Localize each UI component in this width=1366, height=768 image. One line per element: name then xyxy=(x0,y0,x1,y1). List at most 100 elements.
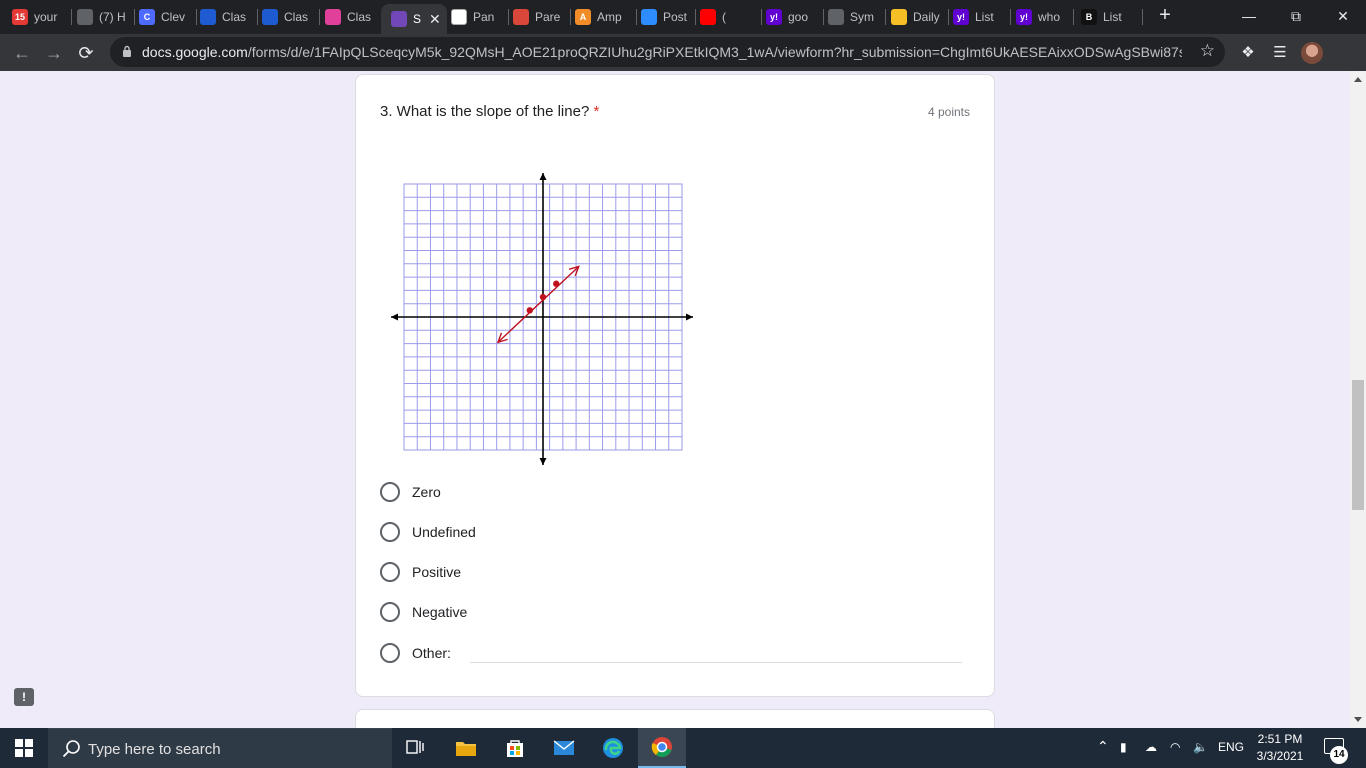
browser-tab[interactable]: ( xyxy=(700,5,762,29)
option-zero[interactable]: Zero xyxy=(380,481,441,503)
browser-tab[interactable]: Sym xyxy=(828,5,886,29)
browser-tab[interactable]: Pan xyxy=(451,5,509,29)
edge-button[interactable] xyxy=(589,728,637,768)
line-point xyxy=(539,293,547,301)
feedback-icon[interactable]: ! xyxy=(14,688,34,706)
question-title: 3. What is the slope of the line? * xyxy=(380,103,600,120)
tab-label: Pan xyxy=(473,10,495,24)
browser-tab[interactable]: y! List xyxy=(953,5,1011,29)
close-window-button[interactable]: ✕ xyxy=(1320,4,1366,28)
tab-label: Clas xyxy=(284,10,309,24)
chrome-button[interactable] xyxy=(638,728,686,768)
mail-button[interactable] xyxy=(540,728,588,768)
close-tab-icon[interactable]: ✕ xyxy=(429,11,441,28)
tab-label: Pare xyxy=(535,10,561,24)
question-points: 4 points xyxy=(927,105,970,119)
radio-button[interactable] xyxy=(380,643,400,663)
option-positive[interactable]: Positive xyxy=(380,561,461,583)
restore-button[interactable]: ⧉ xyxy=(1273,4,1319,28)
store-button[interactable] xyxy=(491,728,539,768)
tab-label: List xyxy=(1103,10,1122,24)
line-point xyxy=(553,280,560,287)
file-explorer-button[interactable] xyxy=(442,728,490,768)
tab-label: Post xyxy=(663,10,688,24)
x-axis-arrow-right xyxy=(686,313,693,321)
scroll-thumb[interactable] xyxy=(1352,380,1364,510)
browser-tab[interactable]: Post xyxy=(641,5,696,29)
minimize-button[interactable]: — xyxy=(1226,4,1272,28)
media-control-icon[interactable]: ☰ xyxy=(1270,43,1290,63)
calendar-icon: 15 xyxy=(12,9,28,25)
radio-button[interactable] xyxy=(380,482,400,502)
question-card: 3. What is the slope of the line? * 4 po… xyxy=(355,74,995,697)
classroom-icon xyxy=(325,9,341,25)
browser-tab[interactable]: 15 your xyxy=(12,5,72,29)
radio-button[interactable] xyxy=(380,562,400,582)
wifi-icon[interactable]: ◠ xyxy=(1170,740,1180,754)
task-view-button[interactable] xyxy=(392,728,440,768)
radio-button[interactable] xyxy=(380,602,400,622)
radio-button[interactable] xyxy=(380,522,400,542)
browser-tab[interactable]: Clas xyxy=(325,5,383,29)
browser-tab[interactable]: Clas xyxy=(200,5,258,29)
bookmark-star-icon[interactable]: ☆ xyxy=(1200,41,1215,61)
forward-button[interactable]: → xyxy=(42,41,66,65)
browser-tab[interactable]: y! who xyxy=(1016,5,1074,29)
edge-icon xyxy=(603,738,623,758)
tab-label: S xyxy=(413,12,422,26)
scroll-up-arrow[interactable] xyxy=(1354,77,1362,82)
y-axis-arrow-down xyxy=(539,458,547,465)
browser-tab[interactable]: B List xyxy=(1081,5,1143,29)
language-indicator[interactable]: ENG xyxy=(1218,740,1244,754)
other-text-input[interactable] xyxy=(470,662,962,663)
reload-button[interactable]: ⟳ xyxy=(74,41,98,65)
yahoo-icon: y! xyxy=(953,9,969,25)
show-hidden-icons[interactable]: ⌃ xyxy=(1097,738,1109,755)
browser-tab[interactable]: S ✕ xyxy=(381,4,447,34)
tab-label: your xyxy=(34,10,58,24)
yahoo-icon: y! xyxy=(766,9,782,25)
onedrive-icon[interactable]: ☁ xyxy=(1145,740,1157,754)
option-label: Undefined xyxy=(412,524,476,540)
browser-tab[interactable]: Pare xyxy=(513,5,571,29)
clock-date: 3/3/2021 xyxy=(1256,749,1304,763)
option-other[interactable]: Other: xyxy=(380,642,451,664)
extensions-icon[interactable]: ❖ xyxy=(1238,43,1258,63)
classroom-icon xyxy=(262,9,278,25)
scroll-down-arrow[interactable] xyxy=(1354,717,1362,722)
coordinate-graph xyxy=(391,173,693,465)
browser-toolbar: ← → ⟳ docs.google.com/forms/d/e/1FAIpQLS… xyxy=(0,34,1366,71)
new-tab-button[interactable]: + xyxy=(1155,5,1175,26)
browser-tab[interactable]: y! goo xyxy=(766,5,824,29)
required-asterisk: * xyxy=(593,103,600,120)
panda-icon xyxy=(451,9,467,25)
browser-tab[interactable]: C Clev xyxy=(139,5,197,29)
tab-label: ( xyxy=(722,10,726,24)
browser-tab[interactable]: A Amp xyxy=(575,5,637,29)
back-button[interactable]: ← xyxy=(10,41,34,65)
taskbar-search[interactable]: Type here to search xyxy=(48,728,392,768)
battery-icon[interactable]: ▮ xyxy=(1120,740,1127,754)
profile-avatar[interactable] xyxy=(1301,42,1323,64)
lock-icon xyxy=(123,45,131,57)
option-label: Zero xyxy=(412,484,441,500)
address-bar[interactable]: docs.google.com/forms/d/e/1FAIpQLSceqcyM… xyxy=(110,37,1225,67)
page-viewport: 3. What is the slope of the line? * 4 po… xyxy=(0,71,1350,728)
option-negative[interactable]: Negative xyxy=(380,601,467,623)
tab-label: Sym xyxy=(850,10,874,24)
browser-tab[interactable]: Clas xyxy=(262,5,320,29)
option-label: Negative xyxy=(412,604,468,620)
store-icon xyxy=(507,740,523,757)
clock[interactable]: 2:51 PM 3/3/2021 xyxy=(1252,731,1308,765)
parent-icon xyxy=(513,9,529,25)
browser-tab[interactable]: Daily xyxy=(891,5,949,29)
url-text: docs.google.com/forms/d/e/1FAIpQLSceqcyM… xyxy=(142,44,1182,60)
classroom-icon xyxy=(200,9,216,25)
option-undefined[interactable]: Undefined xyxy=(380,521,476,543)
windows-logo-icon xyxy=(15,739,33,757)
start-button[interactable] xyxy=(0,728,48,768)
volume-icon[interactable]: 🔈 xyxy=(1193,740,1208,754)
page-scrollbar[interactable] xyxy=(1350,71,1366,728)
windows-taskbar: Type here to search ⌃ ▮ ☁ ◠ 🔈 ENG 2:51 P… xyxy=(0,728,1366,768)
browser-tab[interactable]: (7) H xyxy=(77,5,135,29)
